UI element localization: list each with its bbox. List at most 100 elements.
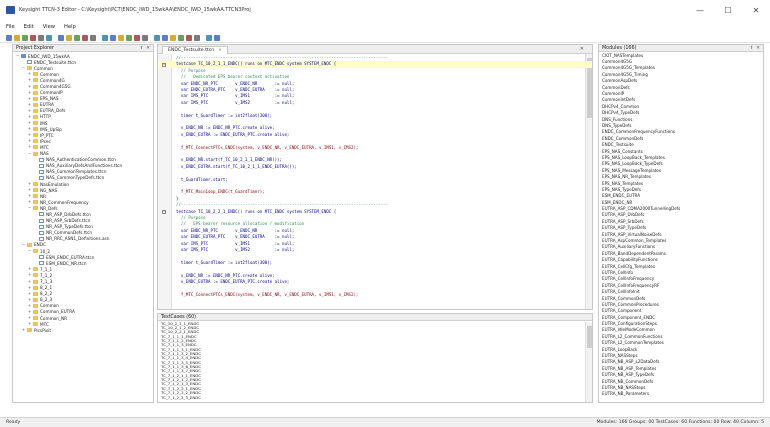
expand-icon[interactable]: + (27, 114, 32, 119)
tree-item-label: Common (40, 71, 59, 77)
zoom-icon[interactable] (214, 34, 220, 41)
expand-icon[interactable]: + (27, 90, 32, 95)
menu-file[interactable]: File (6, 24, 15, 30)
file-icon (39, 163, 44, 168)
paste-icon[interactable] (74, 34, 80, 41)
editor-tab[interactable]: ENDC_Testsuite.ttcn × (162, 46, 228, 54)
expand-icon[interactable] (194, 34, 200, 41)
format-icon[interactable] (162, 34, 168, 41)
expand-icon[interactable]: + (27, 303, 32, 308)
close-icon[interactable]: ✕ (146, 46, 150, 51)
expand-icon[interactable]: + (27, 267, 32, 271)
expand-icon[interactable]: + (27, 182, 32, 186)
module-item[interactable]: EUTRA_NB_Parameters (599, 391, 763, 397)
redo-icon[interactable] (46, 34, 52, 41)
expand-icon[interactable]: + (27, 188, 32, 192)
save-icon[interactable] (22, 34, 28, 41)
outdent-icon[interactable] (126, 34, 132, 41)
save-all-icon[interactable] (30, 34, 36, 41)
expand-icon[interactable]: + (27, 279, 32, 284)
bookmark-icon[interactable] (102, 34, 108, 41)
collapse-icon[interactable]: − (21, 66, 26, 70)
file-icon (39, 236, 44, 241)
collapse-icon[interactable]: − (27, 206, 32, 210)
build-icon[interactable] (206, 34, 212, 41)
collapse-icon[interactable]: − (27, 249, 32, 253)
fold-toggle-icon[interactable]: − (162, 209, 166, 214)
editor-tab-label: ENDC_Testsuite.ttcn (168, 48, 215, 53)
tree-item-label: NG_NAS (40, 187, 58, 193)
replace-icon[interactable] (90, 34, 96, 41)
expand-icon[interactable]: + (27, 322, 32, 326)
folder-icon (33, 127, 38, 132)
menu-edit[interactable]: Edit (24, 24, 34, 30)
expand-icon[interactable]: + (27, 121, 32, 125)
tree-item[interactable]: + PicsPixit (15, 327, 153, 333)
find-icon[interactable] (82, 34, 88, 41)
expand-icon[interactable]: + (27, 108, 32, 113)
undo-icon[interactable] (38, 34, 44, 41)
collapse-icon[interactable] (186, 34, 192, 41)
tab-close-icon[interactable]: × (218, 48, 222, 53)
prev-bookmark-icon[interactable] (110, 34, 116, 41)
pin-icon[interactable]: ⇑ (749, 46, 753, 51)
minimize-button[interactable]: — (686, 0, 714, 20)
comment-icon[interactable] (142, 34, 148, 41)
close-icon[interactable]: ✕ (756, 46, 760, 51)
expand-icon[interactable]: + (27, 316, 32, 320)
fold-toggle-icon[interactable]: − (162, 62, 166, 67)
expand-icon[interactable]: + (27, 194, 32, 198)
pin-icon[interactable]: ⇑ (139, 46, 143, 51)
expand-icon[interactable]: + (27, 72, 32, 76)
expand-icon[interactable]: + (27, 309, 32, 314)
new-file-icon[interactable] (6, 34, 12, 41)
expand-icon[interactable]: + (27, 127, 32, 131)
expand-icon[interactable]: + (27, 285, 32, 290)
collapse-icon[interactable]: − (27, 151, 32, 156)
tree-item-label: NR_CommonDefs.ttcn (46, 230, 93, 236)
maximize-button[interactable]: ☐ (714, 0, 742, 20)
expand-icon[interactable]: + (27, 200, 32, 204)
menu-help[interactable]: Help (64, 24, 76, 30)
code-line[interactable]: f_MTC_ConnectPTCs_ENDC(system, v_ENDC_NR… (158, 292, 592, 298)
copy-icon[interactable] (66, 34, 72, 41)
expand-icon[interactable]: + (27, 133, 32, 137)
close-editor-icon[interactable]: ✕ (580, 46, 584, 52)
expand-icon[interactable]: + (27, 297, 32, 302)
next-bookmark-icon[interactable] (118, 34, 124, 41)
close-window-button[interactable]: ✕ (742, 0, 770, 20)
expand-icon[interactable]: + (21, 328, 26, 332)
file-icon (39, 218, 44, 223)
expand-icon[interactable]: + (27, 139, 32, 143)
testcases-scrollbar[interactable] (585, 322, 592, 402)
whitespace-icon[interactable] (178, 34, 184, 41)
collapse-icon[interactable]: − (15, 54, 20, 58)
tree-item-label: ESM_ENDC_EUTRA.ttcn (46, 254, 95, 260)
expand-icon[interactable]: + (27, 96, 32, 101)
expand-icon[interactable]: + (27, 102, 32, 107)
uncomment-icon[interactable] (154, 34, 160, 41)
expand-icon[interactable]: + (27, 291, 32, 296)
expand-icon[interactable]: + (27, 273, 32, 277)
tree-item-label: 7_1_1 (40, 266, 53, 272)
open-folder-icon[interactable] (14, 34, 20, 41)
collapse-icon[interactable]: − (21, 242, 26, 247)
indent-icon[interactable] (134, 34, 140, 41)
expand-icon[interactable]: + (27, 78, 32, 82)
cut-icon[interactable] (58, 34, 64, 41)
expand-icon[interactable]: + (27, 145, 32, 149)
wrap-icon[interactable] (170, 34, 176, 41)
folder-icon (27, 328, 32, 333)
testcases-scroll-thumb[interactable] (587, 326, 592, 348)
menu-view[interactable]: View (43, 24, 55, 30)
code-area[interactable]: //--------------------------------------… (158, 54, 592, 309)
folder-icon (33, 96, 38, 101)
testcase-item[interactable]: TC_7_1_2_2_3_ENDC (158, 395, 592, 400)
tree-item-label: PicsPixit (34, 327, 51, 333)
folder-icon (33, 309, 38, 314)
expand-icon[interactable]: + (27, 84, 32, 89)
